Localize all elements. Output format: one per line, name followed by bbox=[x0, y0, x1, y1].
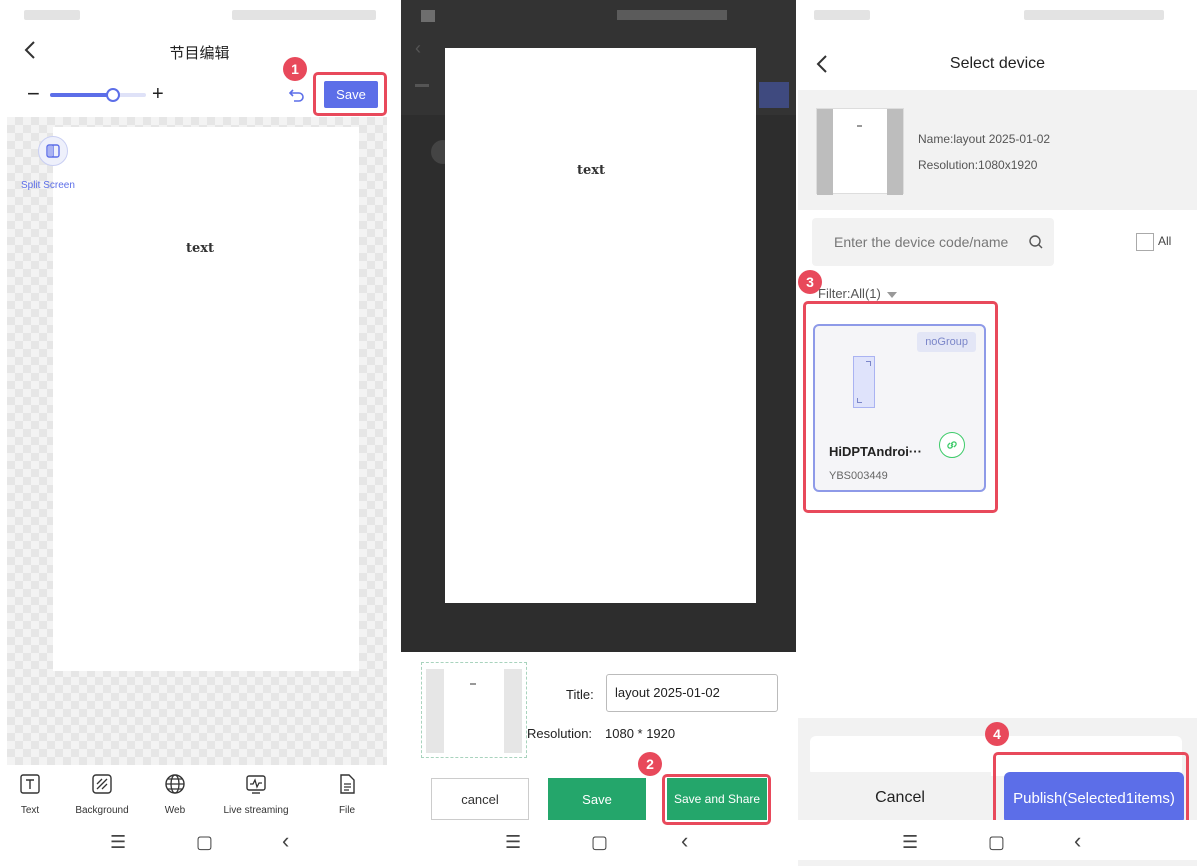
system-nav-bar: ☰ ▢ ‹ bbox=[798, 820, 1197, 860]
menu-icon[interactable]: ☰ bbox=[505, 832, 521, 853]
status-bar-left bbox=[421, 10, 435, 22]
home-icon[interactable]: ▢ bbox=[988, 832, 1005, 853]
device-name: HiDPTAndroi··· bbox=[829, 444, 922, 459]
program-info-card: Name:layout 2025-01-02 Resolution:1080x1… bbox=[798, 90, 1197, 210]
toolbar-text[interactable]: Text bbox=[0, 772, 70, 816]
status-bar-right bbox=[617, 10, 727, 20]
cancel-button[interactable]: cancel bbox=[431, 778, 529, 820]
status-bar-left bbox=[814, 10, 870, 20]
step-badge-3: 3 bbox=[798, 270, 822, 294]
select-all-checkbox[interactable] bbox=[1136, 233, 1154, 251]
thumbnail-text-mark bbox=[470, 683, 476, 685]
toolbar-file-label: File bbox=[338, 805, 356, 816]
split-screen-button[interactable] bbox=[38, 136, 68, 166]
preview-canvas bbox=[445, 48, 756, 603]
status-bar-right bbox=[1024, 10, 1164, 20]
thumbnail-text-mark bbox=[857, 125, 862, 127]
live-streaming-icon bbox=[246, 775, 266, 794]
system-nav-bar: ☰ ▢ ‹ bbox=[0, 820, 399, 860]
step-badge-1: 1 bbox=[283, 57, 307, 81]
save-button-dimmed bbox=[759, 82, 789, 108]
select-device-screen: Select device Name:layout 2025-01-02 Res… bbox=[798, 0, 1197, 866]
split-screen-label: Split Screen bbox=[21, 180, 75, 191]
device-code: YBS003449 bbox=[829, 470, 888, 482]
preview-canvas-text: text bbox=[577, 163, 606, 178]
select-all-label: All bbox=[1158, 234, 1172, 248]
device-search-input[interactable]: Enter the device code/name bbox=[812, 218, 1054, 266]
caret-down-icon bbox=[886, 291, 897, 298]
toolbar-web[interactable]: Web bbox=[135, 772, 215, 816]
back-button-dimmed: ‹ bbox=[415, 38, 421, 58]
search-icon[interactable] bbox=[1028, 234, 1044, 250]
thumbnail-edge-right bbox=[504, 669, 522, 753]
device-phone-icon bbox=[853, 356, 875, 408]
zoom-in-button[interactable]: + bbox=[152, 84, 164, 104]
background-icon bbox=[92, 774, 112, 794]
highlight-save-share bbox=[662, 774, 771, 825]
zoom-slider-track[interactable] bbox=[50, 88, 146, 102]
back-nav-icon[interactable]: ‹ bbox=[282, 828, 289, 854]
zoom-out-button[interactable]: − bbox=[27, 83, 40, 105]
canvas-text-element[interactable]: text bbox=[186, 241, 214, 256]
text-icon bbox=[20, 774, 40, 794]
title-input[interactable]: layout 2025-01-02 bbox=[606, 674, 778, 712]
device-card[interactable]: noGroup HiDPTAndroi··· YBS003449 bbox=[813, 324, 986, 492]
toolbar-text-label: Text bbox=[20, 805, 40, 816]
page-title: 节目编辑 bbox=[169, 45, 230, 62]
back-nav-icon[interactable]: ‹ bbox=[1074, 828, 1081, 854]
split-screen-icon bbox=[46, 144, 60, 158]
status-bar-right bbox=[232, 10, 376, 20]
toolbar-file[interactable]: File bbox=[307, 772, 387, 816]
menu-icon[interactable]: ☰ bbox=[110, 832, 126, 853]
home-icon[interactable]: ▢ bbox=[196, 832, 213, 853]
thumbnail-edge-right bbox=[887, 109, 903, 195]
program-resolution: Resolution:1080x1920 bbox=[918, 158, 1038, 172]
zoom-slider-fill bbox=[50, 93, 112, 97]
status-bar-left bbox=[24, 10, 80, 20]
save-dialog-screen: ‹ text Title: layout 2025-01-02 Resoluti… bbox=[401, 0, 796, 866]
phone-corner-top bbox=[866, 361, 871, 366]
search-placeholder: Enter the device code/name bbox=[834, 234, 1009, 250]
program-editor-screen: 节目编辑 − + Save 1 Split Screen text Text B… bbox=[0, 0, 399, 866]
resolution-value: 1080 * 1920 bbox=[605, 726, 676, 741]
program-canvas[interactable] bbox=[53, 127, 359, 671]
title-label: Title: bbox=[566, 687, 594, 702]
toolbar-live-streaming[interactable]: Live streaming bbox=[216, 772, 296, 816]
link-button[interactable] bbox=[939, 432, 965, 458]
home-icon[interactable]: ▢ bbox=[591, 832, 608, 853]
step-badge-2: 2 bbox=[638, 752, 662, 776]
back-nav-icon[interactable]: ‹ bbox=[681, 828, 688, 854]
thumbnail-edge-left bbox=[817, 109, 833, 195]
resolution-label: Resolution: bbox=[527, 726, 593, 741]
file-icon bbox=[340, 774, 355, 794]
menu-icon[interactable]: ☰ bbox=[902, 832, 918, 853]
toolbar-background[interactable]: Background bbox=[62, 772, 142, 816]
filter-text: Filter:All(1) bbox=[818, 286, 881, 301]
toolbar-live-streaming-label: Live streaming bbox=[223, 805, 289, 816]
cancel-button[interactable]: Cancel bbox=[809, 772, 991, 824]
phone-corner-bottom bbox=[857, 398, 862, 403]
undo-icon bbox=[288, 89, 304, 102]
link-icon bbox=[947, 441, 957, 449]
zoom-out-dimmed bbox=[415, 84, 429, 87]
program-name: Name:layout 2025-01-02 bbox=[918, 132, 1051, 146]
toolbar-background-label: Background bbox=[75, 805, 129, 816]
program-thumbnail bbox=[816, 108, 904, 195]
globe-icon bbox=[165, 774, 185, 794]
save-button[interactable]: Save bbox=[548, 778, 646, 820]
thumbnail-edge-left bbox=[426, 669, 444, 753]
group-tag: noGroup bbox=[917, 332, 976, 352]
thumbnail bbox=[421, 662, 527, 758]
zoom-slider-handle[interactable] bbox=[106, 88, 120, 102]
toolbar-web-label: Web bbox=[164, 805, 186, 816]
step-badge-4: 4 bbox=[985, 722, 1009, 746]
filter-dropdown[interactable]: Filter:All(1) bbox=[818, 286, 897, 301]
system-nav-bar: ☰ ▢ ‹ bbox=[401, 820, 796, 860]
page-title: Select device bbox=[949, 55, 1046, 72]
undo-button[interactable] bbox=[286, 84, 308, 106]
save-button[interactable]: Save bbox=[324, 81, 378, 108]
